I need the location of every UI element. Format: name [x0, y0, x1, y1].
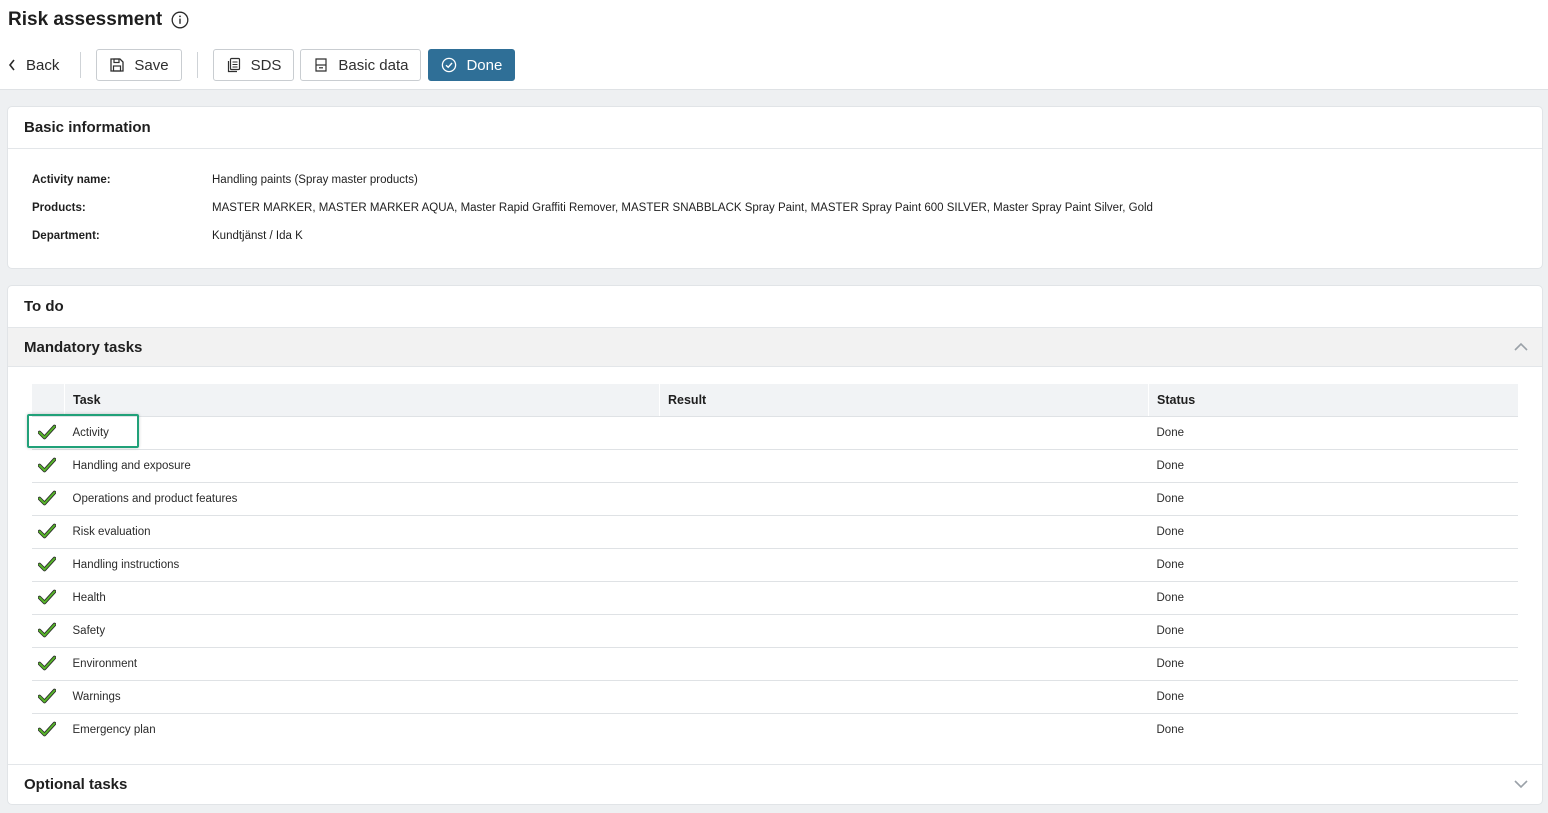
todo-title: To do: [24, 298, 64, 315]
task-status: Done: [1148, 614, 1518, 648]
todo-card: To do Mandatory tasks Task Result Status…: [7, 285, 1543, 805]
task-result: [659, 614, 1149, 648]
title-row: Risk assessment: [8, 9, 189, 31]
table-row[interactable]: Operations and product features Done: [32, 482, 1518, 516]
task-name[interactable]: Emergency plan: [65, 714, 660, 747]
field-activity-name: Activity name: Handling paints (Spray ma…: [32, 174, 418, 186]
checkmark-icon: [32, 449, 65, 483]
task-status: Done: [1148, 548, 1518, 582]
optional-tasks-title: Optional tasks: [24, 776, 128, 793]
field-label: Department:: [32, 230, 100, 242]
done-label: Done: [466, 56, 503, 74]
toolbar: Back Save SDS Basic data Done: [8, 48, 516, 82]
checkmark-icon: [32, 548, 65, 582]
field-label: Activity name:: [32, 174, 111, 186]
task-status: Done: [1148, 482, 1518, 516]
task-result: [659, 482, 1149, 516]
toolbar-divider: [196, 52, 198, 78]
back-button[interactable]: Back: [8, 48, 65, 82]
task-status: Done: [1156, 724, 1185, 736]
table-row[interactable]: Warnings Done: [32, 680, 1518, 714]
archive-box-icon: [313, 57, 329, 73]
task-result: [659, 581, 1149, 615]
table-row[interactable]: Safety Done: [32, 614, 1518, 648]
chevron-left-icon: [8, 59, 16, 71]
page-header: Risk assessment Back Save SDS Basic data…: [0, 0, 1548, 90]
task-name[interactable]: Safety: [64, 614, 660, 648]
column-header-check: [32, 384, 65, 417]
mandatory-tasks-title: Mandatory tasks: [24, 338, 143, 356]
column-header-task: Task: [64, 384, 660, 417]
basic-information-card: Basic information Activity name: Handlin…: [7, 106, 1543, 269]
checkmark-icon: [32, 680, 65, 714]
task-result: [659, 548, 1149, 582]
basic-information-title: Basic information: [8, 107, 1542, 149]
column-header-result: Result: [659, 384, 1149, 417]
documents-icon: [226, 57, 242, 73]
save-icon: [109, 57, 125, 73]
basic-data-button[interactable]: Basic data: [300, 49, 422, 81]
task-name[interactable]: Operations and product features: [64, 482, 660, 516]
checkmark-icon: [32, 581, 65, 615]
info-circle-icon[interactable]: [171, 11, 189, 29]
task-status: Done: [1148, 647, 1518, 681]
field-value: Kundtjänst / Ida K: [212, 230, 303, 242]
field-products: Products: MASTER MARKER, MASTER MARKER A…: [32, 202, 1153, 214]
checkmark-icon: [32, 714, 65, 747]
task-name[interactable]: Environment: [64, 647, 660, 681]
task-status: Done: [1148, 581, 1518, 615]
task-rows: Activity Done Handling and exposure Done Ope…: [32, 416, 1518, 747]
task-status: Done: [1148, 515, 1518, 549]
page-title: Risk assessment: [8, 9, 163, 30]
task-name[interactable]: Handling instructions: [64, 548, 660, 582]
mandatory-tasks-header[interactable]: Mandatory tasks: [8, 327, 1542, 367]
task-result: [659, 680, 1149, 714]
sds-button[interactable]: SDS: [212, 49, 295, 81]
chevron-up-icon[interactable]: [1514, 340, 1528, 354]
task-status: Done: [1148, 680, 1518, 714]
task-result: [660, 714, 1149, 747]
done-button[interactable]: Done: [428, 49, 516, 81]
table-row[interactable]: Emergency plan Done: [32, 714, 1518, 747]
task-name[interactable]: Warnings: [64, 680, 660, 714]
table-row[interactable]: Risk evaluation Done: [32, 515, 1518, 549]
table-row[interactable]: Handling instructions Done: [32, 548, 1518, 582]
task-result: [659, 515, 1149, 549]
optional-tasks-header[interactable]: Optional tasks: [8, 764, 1542, 804]
save-button[interactable]: Save: [96, 49, 182, 81]
back-label: Back: [26, 56, 60, 74]
basic-data-label: Basic data: [338, 56, 409, 74]
table-header-row: Task Result Status: [32, 384, 1518, 417]
checkmark-icon: [32, 482, 65, 516]
task-result: [659, 416, 1149, 450]
check-circle-icon: [441, 57, 457, 73]
table-row[interactable]: Environment Done: [32, 647, 1518, 681]
mandatory-tasks-table: Task Result Status Activity Done Handling …: [32, 384, 1518, 746]
task-status: Done: [1148, 449, 1518, 483]
sds-label: SDS: [250, 56, 282, 74]
field-value: Handling paints (Spray master products): [212, 174, 418, 186]
checkmark-icon: [32, 515, 65, 549]
task-result: [659, 449, 1149, 483]
table-row[interactable]: Activity Done: [32, 416, 1518, 450]
chevron-down-icon[interactable]: [1514, 777, 1528, 791]
task-result: [659, 647, 1149, 681]
checkmark-icon: [32, 614, 65, 648]
task-name[interactable]: Health: [64, 581, 660, 615]
save-label: Save: [134, 56, 169, 74]
toolbar-divider: [80, 52, 82, 78]
field-value: MASTER MARKER, MASTER MARKER AQUA, Maste…: [212, 202, 1153, 214]
task-name[interactable]: Risk evaluation: [64, 515, 660, 549]
task-name[interactable]: Handling and exposure: [64, 449, 660, 483]
column-header-status: Status: [1148, 384, 1518, 417]
task-name[interactable]: Activity: [64, 416, 660, 450]
table-row[interactable]: Handling and exposure Done: [32, 449, 1518, 483]
table-row[interactable]: Health Done: [32, 581, 1518, 615]
checkmark-icon: [32, 647, 65, 681]
task-status: Done: [1148, 416, 1518, 450]
checkmark-icon: [32, 416, 65, 450]
field-department: Department: Kundtjänst / Ida K: [32, 230, 303, 242]
field-label: Products:: [32, 202, 86, 214]
